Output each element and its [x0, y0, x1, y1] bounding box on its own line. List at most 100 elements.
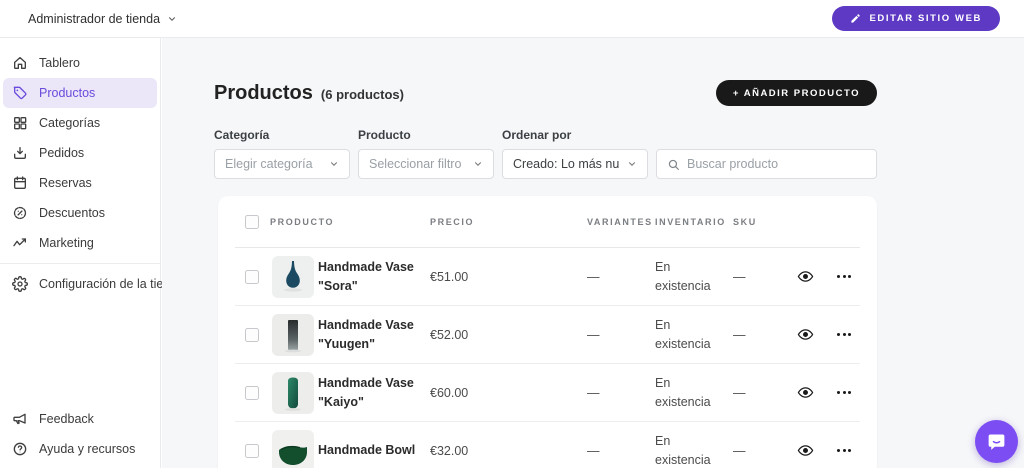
- view-product-button[interactable]: [793, 438, 833, 463]
- product-sku: —: [733, 270, 793, 284]
- table-row: Handmade Vase "Sora" €51.00 — En existen…: [235, 248, 860, 306]
- select-all-checkbox[interactable]: [245, 215, 259, 229]
- sidebar-item-label: Ayuda y recursos: [39, 442, 135, 456]
- more-actions-button[interactable]: [833, 271, 860, 282]
- eye-icon: [797, 326, 814, 343]
- product-sku: —: [733, 444, 793, 458]
- column-header-producto: PRODUCTO: [270, 217, 430, 227]
- product-select[interactable]: Seleccionar filtro: [358, 149, 494, 179]
- sidebar-item-tablero[interactable]: Tablero: [3, 48, 157, 78]
- row-checkbox[interactable]: [245, 386, 259, 400]
- sidebar-item-label: Tablero: [39, 56, 80, 70]
- more-actions-button[interactable]: [833, 387, 860, 398]
- tag-icon: [12, 85, 28, 101]
- category-filter-label: Categoría: [214, 128, 350, 142]
- sidebar-item-descuentos[interactable]: Descuentos: [3, 198, 157, 228]
- category-filter: Categoría Elegir categoría: [214, 128, 350, 179]
- sort-select[interactable]: Creado: Lo más nuev...: [502, 149, 648, 179]
- sort-select-value: Creado: Lo más nuev...: [513, 157, 619, 171]
- product-inventory: En existencia: [655, 432, 719, 468]
- sidebar-item-ayuda[interactable]: Ayuda y recursos: [3, 434, 157, 464]
- eye-icon: [797, 268, 814, 285]
- page-header: Productos (6 productos) + AÑADIR PRODUCT…: [214, 80, 877, 106]
- sidebar-divider: [0, 263, 160, 264]
- gear-icon: [12, 276, 28, 292]
- discount-percent-icon: [12, 205, 28, 221]
- store-switcher-label: Administrador de tienda: [28, 12, 160, 26]
- home-icon: [12, 55, 28, 71]
- product-sku: —: [733, 328, 793, 342]
- calendar-icon: [12, 175, 28, 191]
- sidebar-item-reservas[interactable]: Reservas: [3, 168, 157, 198]
- row-checkbox[interactable]: [245, 444, 259, 458]
- chat-bubble-icon: [986, 431, 1007, 452]
- vase-yuugen-image: [272, 314, 314, 356]
- grid-icon: [12, 115, 28, 131]
- column-header-sku: SKU: [733, 217, 793, 227]
- edit-site-button[interactable]: EDITAR SITIO WEB: [832, 6, 1000, 31]
- table-header-row: PRODUCTO PRECIO VARIANTES INVENTARIO SKU: [235, 196, 860, 248]
- sidebar-item-configuracion[interactable]: Configuración de la tienda: [3, 269, 157, 299]
- table-row: Handmade Bowl €32.00 — En existencia —: [235, 422, 860, 468]
- sidebar-item-categorias[interactable]: Categorías: [3, 108, 157, 138]
- trending-up-icon: [12, 235, 28, 251]
- page-title: Productos: [214, 82, 313, 105]
- eye-icon: [797, 442, 814, 459]
- product-inventory: En existencia: [655, 316, 719, 352]
- product-filter: Producto Seleccionar filtro: [358, 128, 494, 179]
- row-checkbox[interactable]: [245, 270, 259, 284]
- search-box: [656, 149, 877, 179]
- product-name: Handmade Vase "Yuugen": [318, 316, 424, 352]
- sidebar-item-label: Categorías: [39, 116, 100, 130]
- filters-bar: Categoría Elegir categoría Producto Sele…: [214, 128, 877, 179]
- product-variants: —: [587, 386, 655, 400]
- sidebar-item-label: Productos: [39, 86, 95, 100]
- product-price: €52.00: [430, 328, 587, 342]
- sidebar-item-productos[interactable]: Productos: [3, 78, 157, 108]
- products-table: PRODUCTO PRECIO VARIANTES INVENTARIO SKU…: [218, 196, 877, 468]
- product-inventory: En existencia: [655, 374, 719, 410]
- sidebar-item-pedidos[interactable]: Pedidos: [3, 138, 157, 168]
- category-select[interactable]: Elegir categoría: [214, 149, 350, 179]
- more-actions-button[interactable]: [833, 445, 860, 456]
- chat-launcher-button[interactable]: [975, 420, 1018, 463]
- sidebar-item-feedback[interactable]: Feedback: [3, 404, 157, 434]
- product-select-value: Seleccionar filtro: [369, 157, 461, 171]
- search-input[interactable]: [687, 157, 866, 171]
- sort-filter-label: Ordenar por: [502, 128, 648, 142]
- product-variants: —: [587, 328, 655, 342]
- product-price: €32.00: [430, 444, 587, 458]
- product-variants: —: [587, 270, 655, 284]
- sidebar-item-marketing[interactable]: Marketing: [3, 228, 157, 258]
- product-inventory: En existencia: [655, 258, 719, 294]
- topbar: Administrador de tienda EDITAR SITIO WEB: [0, 0, 1024, 38]
- category-select-value: Elegir categoría: [225, 157, 313, 171]
- chevron-down-icon: [329, 159, 339, 169]
- view-product-button[interactable]: [793, 380, 833, 405]
- store-switcher[interactable]: Administrador de tienda: [28, 12, 177, 26]
- sidebar-item-label: Reservas: [39, 176, 92, 190]
- product-filter-label: Producto: [358, 128, 494, 142]
- chevron-down-icon: [473, 159, 483, 169]
- sidebar-footer: Feedback Ayuda y recursos: [0, 404, 160, 464]
- view-product-button[interactable]: [793, 264, 833, 289]
- product-variants: —: [587, 444, 655, 458]
- help-circle-icon: [12, 441, 28, 457]
- view-product-button[interactable]: [793, 322, 833, 347]
- sidebar-item-label: Pedidos: [39, 146, 84, 160]
- sort-filter: Ordenar por Creado: Lo más nuev...: [502, 128, 648, 179]
- eye-icon: [797, 384, 814, 401]
- megaphone-icon: [12, 411, 28, 427]
- column-header-precio: PRECIO: [430, 217, 587, 227]
- row-checkbox[interactable]: [245, 328, 259, 342]
- add-product-button[interactable]: + AÑADIR PRODUCTO: [716, 80, 877, 106]
- product-name: Handmade Bowl: [318, 441, 424, 459]
- vase-sora-image: [272, 256, 314, 298]
- sidebar-item-label: Descuentos: [39, 206, 105, 220]
- chevron-down-icon: [167, 14, 177, 24]
- more-actions-button[interactable]: [833, 329, 860, 340]
- vase-kaiyo-image: [272, 372, 314, 414]
- product-price: €60.00: [430, 386, 587, 400]
- product-count: (6 productos): [321, 87, 404, 102]
- product-name: Handmade Vase "Sora": [318, 258, 424, 294]
